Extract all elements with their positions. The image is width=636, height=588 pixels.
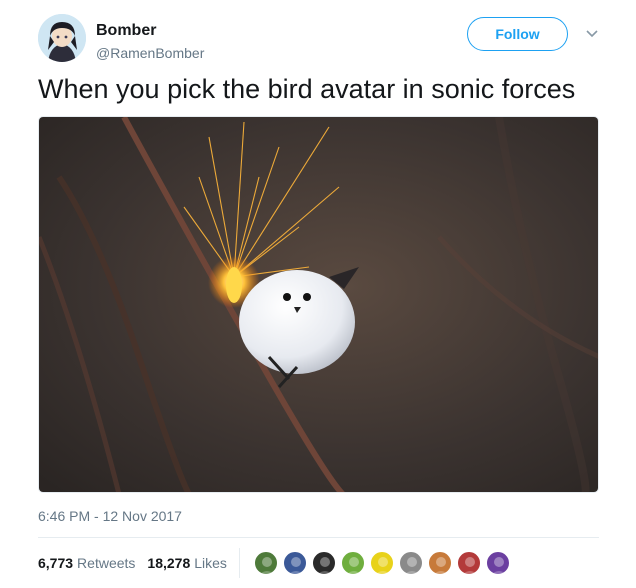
tweet-text: When you pick the bird avatar in sonic f…	[38, 74, 576, 104]
stats-separator	[238, 548, 240, 578]
user-name[interactable]: Bomber	[96, 22, 156, 40]
liker-avatar[interactable]	[282, 551, 307, 575]
retweets-label: Retweets	[77, 555, 136, 571]
user-handle[interactable]: @RamenBomber	[96, 45, 204, 61]
avatar[interactable]	[38, 14, 86, 62]
likes-stat[interactable]: 18,278 Likes	[147, 555, 227, 571]
liker-avatar[interactable]	[485, 551, 510, 575]
likes-label: Likes	[194, 555, 227, 571]
liker-avatar[interactable]	[398, 551, 423, 575]
tweet-stats: 6,773 Retweets 18,278 Likes	[38, 548, 515, 578]
liker-avatar[interactable]	[456, 551, 481, 575]
liker-avatar[interactable]	[340, 551, 365, 575]
liker-avatar[interactable]	[253, 551, 278, 575]
liker-avatar[interactable]	[369, 551, 394, 575]
retweets-stat[interactable]: 6,773 Retweets	[38, 555, 135, 571]
follow-button[interactable]: Follow	[467, 17, 568, 51]
tweet-card: Bomber @RamenBomber Follow When you pick…	[0, 0, 636, 588]
liker-avatar[interactable]	[427, 551, 452, 575]
tweet-header: Bomber @RamenBomber Follow	[38, 8, 602, 64]
tweet-photo[interactable]	[38, 116, 599, 493]
likes-count: 18,278	[147, 555, 191, 571]
liker-avatar[interactable]	[311, 551, 336, 575]
liker-avatars	[253, 551, 515, 575]
stats-divider	[38, 537, 599, 538]
chevron-down-icon[interactable]	[582, 24, 602, 44]
retweets-count: 6,773	[38, 555, 74, 571]
tweet-timestamp[interactable]: 6:46 PM - 12 Nov 2017	[38, 508, 182, 524]
